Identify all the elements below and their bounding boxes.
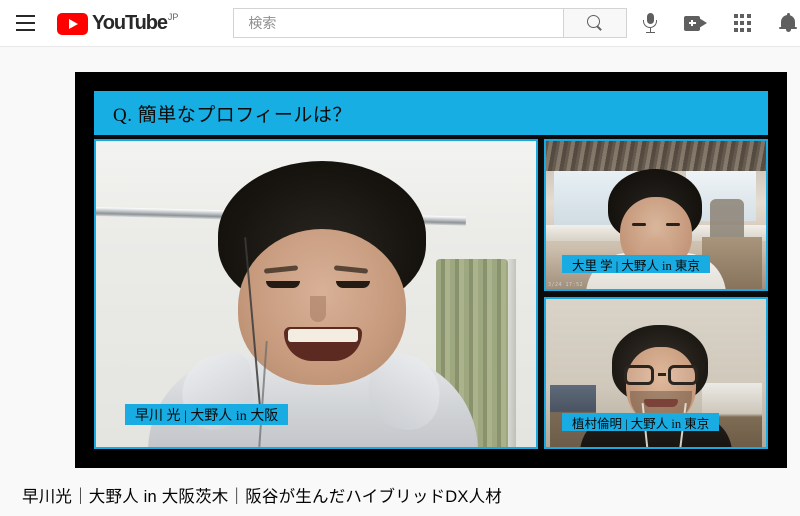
play-triangle-icon bbox=[69, 18, 78, 29]
bell-glyph bbox=[779, 13, 798, 33]
nameplate-main-speaker: 早川 光 | 大野人 in 大阪 bbox=[125, 404, 289, 425]
hamburger-menu-icon[interactable] bbox=[16, 10, 35, 36]
participant3-glasses bbox=[622, 365, 700, 385]
office-ceiling-beams bbox=[546, 141, 766, 171]
youtube-logo[interactable]: YouTube JP bbox=[57, 12, 178, 35]
video-title: 早川光｜大野人 in 大阪茨木｜阪谷が生んだハイブリッドDX人材 bbox=[22, 488, 503, 506]
video-camera-glyph bbox=[684, 15, 708, 31]
participant3-mouth bbox=[644, 399, 678, 407]
video-tile-participant-bottom-right: 植村倫明 | 大野人 in 東京 bbox=[544, 297, 768, 449]
question-text: Q. 簡単なプロフィールは？ bbox=[113, 104, 352, 126]
speaker-nose bbox=[310, 296, 326, 322]
office-chair bbox=[710, 199, 744, 239]
apps-grid-icon[interactable] bbox=[719, 3, 765, 43]
video-timestamp-overlay: 3/24 17:52 bbox=[548, 282, 584, 288]
search-input[interactable] bbox=[246, 14, 564, 32]
hamburger-bar bbox=[16, 29, 35, 31]
participant2-eye-right bbox=[666, 223, 680, 226]
speaker-eye-right bbox=[336, 281, 370, 288]
video-tile-main-speaker: 早川 光 | 大野人 in 大阪 bbox=[94, 139, 538, 449]
youtube-play-icon bbox=[57, 12, 88, 35]
nameplate-participant-top-right: 大里 学 | 大野人 in 東京 bbox=[562, 255, 710, 273]
notification-bell-icon[interactable] bbox=[765, 3, 800, 43]
search-icon bbox=[586, 14, 604, 32]
youtube-watch-page: YouTube JP 検索 Q. 簡単なプロフィールは？ 早川 光 | 大野人 … bbox=[0, 0, 800, 516]
youtube-masthead: YouTube JP bbox=[0, 0, 800, 47]
header-icon-group bbox=[627, 3, 800, 43]
hamburger-bar bbox=[16, 22, 35, 24]
speaker-eye-left bbox=[266, 281, 300, 288]
microphone-glyph bbox=[642, 13, 658, 34]
video-player[interactable]: Q. 簡単なプロフィールは？ 早川 光 | 大野人 in 大阪 大里 学 | 大… bbox=[75, 72, 787, 468]
question-banner: Q. 簡単なプロフィールは？ bbox=[94, 91, 768, 135]
speaker-teeth bbox=[288, 329, 358, 342]
nameplate-participant-bottom-right: 植村倫明 | 大野人 in 東京 bbox=[562, 413, 720, 431]
video-frame: Q. 簡単なプロフィールは？ 早川 光 | 大野人 in 大阪 大里 学 | 大… bbox=[94, 91, 768, 449]
microphone-icon[interactable] bbox=[627, 3, 673, 43]
video-camera-plus-icon[interactable] bbox=[673, 3, 719, 43]
hamburger-bar bbox=[16, 15, 35, 17]
participant2-eye-left bbox=[632, 223, 646, 226]
search-input-wrapper[interactable] bbox=[233, 8, 564, 38]
youtube-wordmark: YouTube bbox=[92, 11, 168, 34]
search-button[interactable] bbox=[563, 8, 628, 38]
search-area bbox=[233, 8, 628, 38]
video-tile-participant-top-right: 大里 学 | 大野人 in 東京 3/24 17:52 bbox=[544, 139, 768, 291]
apps-grid-glyph bbox=[733, 14, 751, 32]
youtube-country-code: JP bbox=[167, 11, 179, 22]
